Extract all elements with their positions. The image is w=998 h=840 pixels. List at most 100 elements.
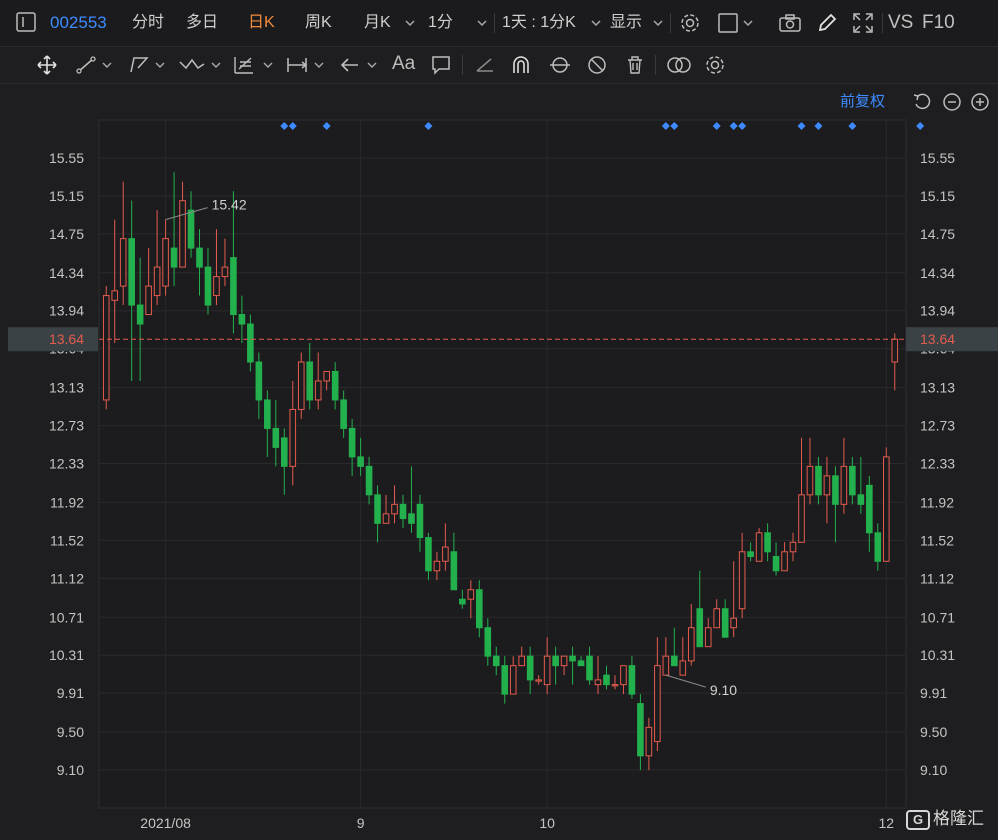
chevron-down-icon[interactable]: [476, 18, 488, 28]
candle-body: [662, 655, 670, 676]
candle-body: [340, 399, 347, 429]
wave-tool-icon[interactable]: [178, 54, 224, 76]
candle-body: [815, 465, 822, 496]
fibonacci-tool-icon[interactable]: [232, 54, 276, 76]
reset-icon[interactable]: [912, 92, 932, 112]
candle-body: [297, 361, 305, 410]
tab-intraday[interactable]: 分时: [132, 0, 164, 46]
candle-body: [840, 465, 848, 505]
y-axis-left: 15.55 15.15 14.75 14.34 13.94 13.64 13.13 12.73…: [49, 150, 84, 778]
candle-body: [187, 209, 195, 249]
y-tick-label: 14.34: [49, 265, 84, 281]
tab-weekly-k[interactable]: 周K: [305, 0, 332, 46]
display-menu[interactable]: 显示: [610, 0, 642, 46]
text-tool-icon[interactable]: Aa: [392, 53, 415, 75]
chevron-down-icon[interactable]: [590, 18, 602, 28]
y-tick-label: 14.34: [920, 265, 955, 281]
candle-body: [679, 660, 687, 676]
settings-gear-icon[interactable]: [679, 12, 701, 34]
y-tick-label: 9.10: [920, 762, 947, 778]
candlestick-chart[interactable]: 15.55 15.15 14.75 14.34 13.94 13.64 13.13 12.73…: [0, 84, 998, 837]
candle-body: [348, 427, 356, 458]
candle-body: [764, 532, 771, 553]
candle-body: [492, 655, 500, 667]
candle-body: [230, 257, 237, 316]
minute-selector[interactable]: 1分: [428, 0, 453, 46]
magnet-icon[interactable]: [510, 54, 532, 76]
toolbar-settings-icon[interactable]: [704, 54, 726, 76]
chevron-down-icon[interactable]: [404, 18, 416, 28]
lock-drawings-icon[interactable]: [548, 54, 572, 76]
candle-body: [162, 238, 169, 287]
stock-code[interactable]: 002553: [50, 0, 107, 46]
y-tick-label: 9.50: [920, 724, 947, 740]
candle-body: [416, 503, 424, 539]
candle-body: [272, 427, 280, 448]
chevron-down-icon[interactable]: [742, 18, 754, 28]
candle-body: [721, 608, 729, 638]
tab-daily-k[interactable]: 日K: [248, 0, 275, 46]
y-tick-label: 10.71: [49, 609, 84, 625]
candle-body: [849, 465, 856, 496]
y-tick-label: 14.75: [49, 226, 84, 242]
tab-monthly-k[interactable]: 月K: [364, 0, 391, 46]
y-tick-label: 14.75: [920, 226, 955, 242]
y-tick-label: 12.73: [49, 418, 84, 434]
candle-body: [586, 655, 593, 681]
overlay-circles-icon[interactable]: [666, 54, 692, 76]
f10-button[interactable]: F10: [922, 0, 955, 46]
min-price-label: 9.10: [710, 682, 737, 698]
hide-drawings-icon[interactable]: [586, 54, 608, 76]
candle-body: [687, 627, 695, 662]
range-measure-icon[interactable]: [285, 54, 329, 76]
comment-bubble-icon[interactable]: [430, 54, 452, 76]
candle-body: [526, 655, 534, 681]
candle-body: [704, 627, 712, 648]
x-axis: 2021/08 9 10 12: [140, 815, 894, 831]
pencil-icon[interactable]: [816, 12, 838, 34]
arrow-tool-icon[interactable]: [338, 54, 382, 76]
candle-body: [730, 617, 737, 629]
zoom-out-icon[interactable]: [942, 92, 962, 112]
chevron-down-icon[interactable]: [652, 18, 664, 28]
candle-body: [747, 551, 754, 558]
candle-body: [153, 266, 161, 297]
sidebar-toggle-icon[interactable]: [16, 12, 36, 32]
move-cross-icon[interactable]: [36, 54, 58, 76]
candle-body: [467, 589, 475, 600]
candle-body: [603, 674, 610, 686]
candle-body: [238, 314, 246, 325]
adjustment-mode-label[interactable]: 前复权: [840, 90, 885, 111]
candle-body: [102, 295, 110, 401]
candle-body: [637, 703, 644, 757]
candle-body: [866, 484, 873, 534]
y-tick-label: 13.13: [49, 380, 84, 396]
multi-period-selector[interactable]: 1天 : 1分K: [502, 0, 576, 46]
polyline-tool-icon[interactable]: [128, 54, 168, 76]
candle-body: [306, 361, 314, 401]
candle-body: [509, 665, 517, 695]
candle-body: [484, 627, 492, 657]
candle-body: [221, 266, 229, 278]
zoom-in-icon[interactable]: [970, 92, 990, 112]
x-tick-label: 10: [539, 815, 555, 831]
fullscreen-icon[interactable]: [852, 12, 874, 34]
compare-button[interactable]: VS: [888, 0, 913, 46]
candle-body: [577, 660, 585, 667]
candle-body: [365, 465, 373, 496]
trash-icon[interactable]: [624, 54, 646, 76]
camera-icon[interactable]: [778, 12, 802, 34]
candle-body: [891, 338, 899, 363]
current-price-label: 13.64: [920, 331, 955, 347]
candle-body: [696, 608, 704, 648]
candle-body: [264, 399, 271, 429]
kline-chart[interactable]: 15.55 15.15 14.75 14.34 13.94 13.64 13.13 12.73…: [0, 84, 998, 837]
ruler-icon[interactable]: [474, 54, 496, 76]
candle-body: [738, 551, 746, 610]
candle-body: [170, 247, 178, 268]
line-tool-icon[interactable]: [75, 54, 115, 76]
candle-body: [450, 551, 458, 591]
candle-body: [179, 200, 186, 268]
tab-multi-day[interactable]: 多日: [186, 0, 218, 46]
window-layout-icon[interactable]: [717, 12, 739, 34]
